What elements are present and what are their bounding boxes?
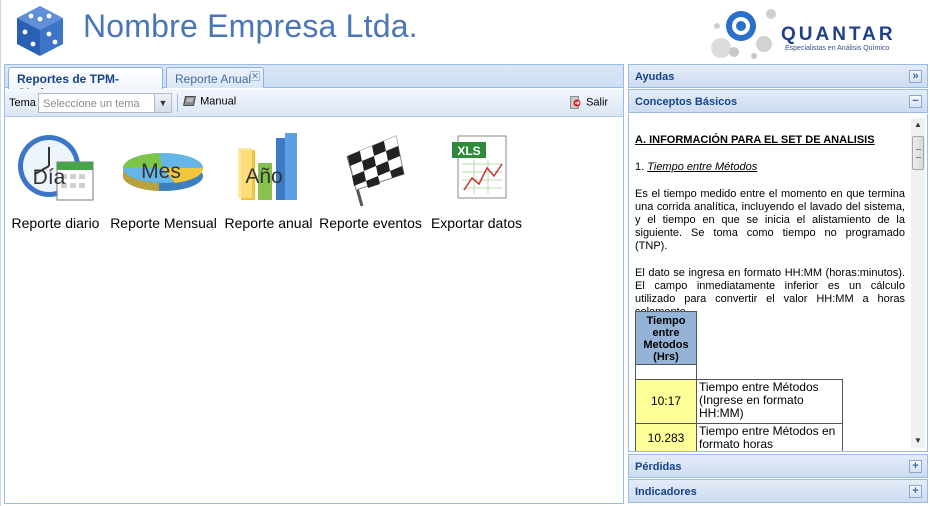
reporte-eventos-button[interactable]: Reporte eventos (313, 128, 428, 233)
exportar-datos-label: Exportar datos (430, 215, 523, 231)
item-title: Tiempo entre Métodos (647, 161, 758, 173)
report-icons-area: Día Reporte diario Mes Reporte Mensual A… (5, 118, 623, 503)
bar-chart-icon: Año (237, 133, 297, 200)
close-tab-icon[interactable]: ✕ (250, 71, 260, 81)
plus-icon[interactable]: + (909, 485, 922, 498)
conceptos-basicos-header[interactable]: Conceptos Básicos − (628, 89, 928, 113)
molecule-logo-icon (711, 9, 776, 59)
reporte-anual-label: Reporte anual (224, 215, 313, 231)
toolbar: Tema Seleccione un tema ▼ Manual Salir (5, 89, 623, 117)
reporte-eventos-label: Reporte eventos (319, 215, 422, 231)
collapse-panel-icon[interactable]: » (909, 70, 922, 83)
app-window: Nombre Empresa Ltda. QUANTAR Especialist… (0, 0, 930, 506)
reports-panel: Reportes de TPM-QLabs Reporte Anual ✕ Te… (4, 64, 624, 504)
scroll-down-arrow-icon[interactable]: ▼ (911, 434, 925, 448)
minus-icon[interactable]: − (909, 95, 922, 108)
reporte-diario-button[interactable]: Día Reporte diario (0, 128, 113, 233)
perdidas-header[interactable]: Pérdidas + (628, 454, 928, 478)
section-lead: A. (635, 134, 646, 146)
header: Nombre Empresa Ltda. QUANTAR Especialist… (1, 0, 930, 62)
dia-overlay: Día (32, 166, 65, 189)
reporte-diario-label: Reporte diario (11, 215, 100, 231)
chevron-down-icon[interactable]: ▼ (154, 94, 171, 112)
scrollbar-thumb[interactable] (912, 136, 924, 170)
tema-label: Tema (9, 97, 36, 109)
paragraph-1: Es el tiempo medido entre el momento en … (635, 188, 905, 252)
manual-label: Manual (200, 95, 237, 108)
manual-button[interactable]: Manual (182, 95, 236, 112)
tab-strip: Reportes de TPM-QLabs Reporte Anual ✕ (5, 65, 623, 100)
company-name: Nombre Empresa Ltda. (83, 8, 418, 44)
pie-chart-icon: Mes (122, 153, 203, 191)
checkered-flag-icon (346, 135, 405, 207)
quantar-logo: QUANTAR Especialistas en Análisis Químic… (709, 4, 919, 60)
tab-label: Reporte Anual (175, 72, 252, 86)
salir-label: Salir (586, 96, 609, 109)
reporte-anual-button[interactable]: Año Reporte anual (211, 128, 326, 233)
item-heading: 1. Tiempo entre Métodos (635, 161, 905, 174)
help-panel: Ayudas » Conceptos Básicos − A. INFORMAC… (628, 64, 928, 504)
salir-button[interactable]: Salir (568, 95, 608, 112)
section-title: A. INFORMACIÓN PARA EL SET DE ANALISIS (635, 134, 905, 147)
spreadsheet-icon: XLS (451, 135, 506, 199)
ayudas-title: Ayudas (635, 71, 675, 83)
table-value-hhmm: 10:17 (635, 380, 697, 424)
tema-placeholder: Seleccione un tema (43, 98, 140, 110)
brand-name: QUANTAR (781, 24, 896, 45)
vertical-scrollbar[interactable]: ▲ ▼ (911, 118, 925, 448)
toolbar-separator (177, 94, 178, 112)
table-gap-cell (635, 365, 697, 380)
reporte-mensual-label: Reporte Mensual (110, 215, 217, 231)
ano-overlay: Año (245, 165, 282, 188)
table-value-hours: 10.283 (635, 424, 697, 451)
help-content: A. INFORMACIÓN PARA EL SET DE ANALISIS 1… (635, 134, 905, 451)
section-title-text: INFORMACIÓN PARA EL SET DE ANALISIS (649, 134, 875, 146)
tab-reporte-anual[interactable]: Reporte Anual ✕ (166, 67, 264, 88)
mes-overlay: Mes (141, 160, 181, 183)
clock-calendar-icon: Día (17, 135, 93, 201)
scroll-up-arrow-icon[interactable]: ▲ (911, 118, 925, 132)
table-header: Tiempo entre Metodos (Hrs) (635, 311, 697, 365)
book-icon (183, 96, 196, 106)
exit-door-icon (570, 96, 581, 109)
cube-logo-icon (17, 6, 63, 56)
ayudas-header[interactable]: Ayudas » (628, 64, 928, 88)
indicadores-title: Indicadores (635, 486, 697, 498)
indicadores-header[interactable]: Indicadores + (628, 479, 928, 503)
tema-select[interactable]: Seleccione un tema ▼ (38, 93, 172, 113)
reporte-mensual-button[interactable]: Mes Reporte Mensual (106, 128, 221, 233)
perdidas-title: Pérdidas (635, 461, 682, 473)
table-desc-hhmm: Tiempo entre Métodos (Ingrese en formato… (697, 379, 843, 424)
plus-icon[interactable]: + (909, 460, 922, 473)
tab-reportes-tpm-qlabs[interactable]: Reportes de TPM-QLabs (8, 67, 163, 100)
xls-overlay: XLS (457, 144, 480, 158)
exportar-datos-button[interactable]: XLS Exportar datos (419, 128, 534, 233)
conceptos-title: Conceptos Básicos (635, 96, 738, 108)
brand-tagline: Especialistas en Análisis Químico (785, 45, 890, 52)
table-desc-hours: Tiempo entre Métodos en formato horas (697, 424, 843, 451)
item-number: 1. (635, 161, 645, 173)
conceptos-basicos-body: A. INFORMACIÓN PARA EL SET DE ANALISIS 1… (628, 114, 928, 452)
